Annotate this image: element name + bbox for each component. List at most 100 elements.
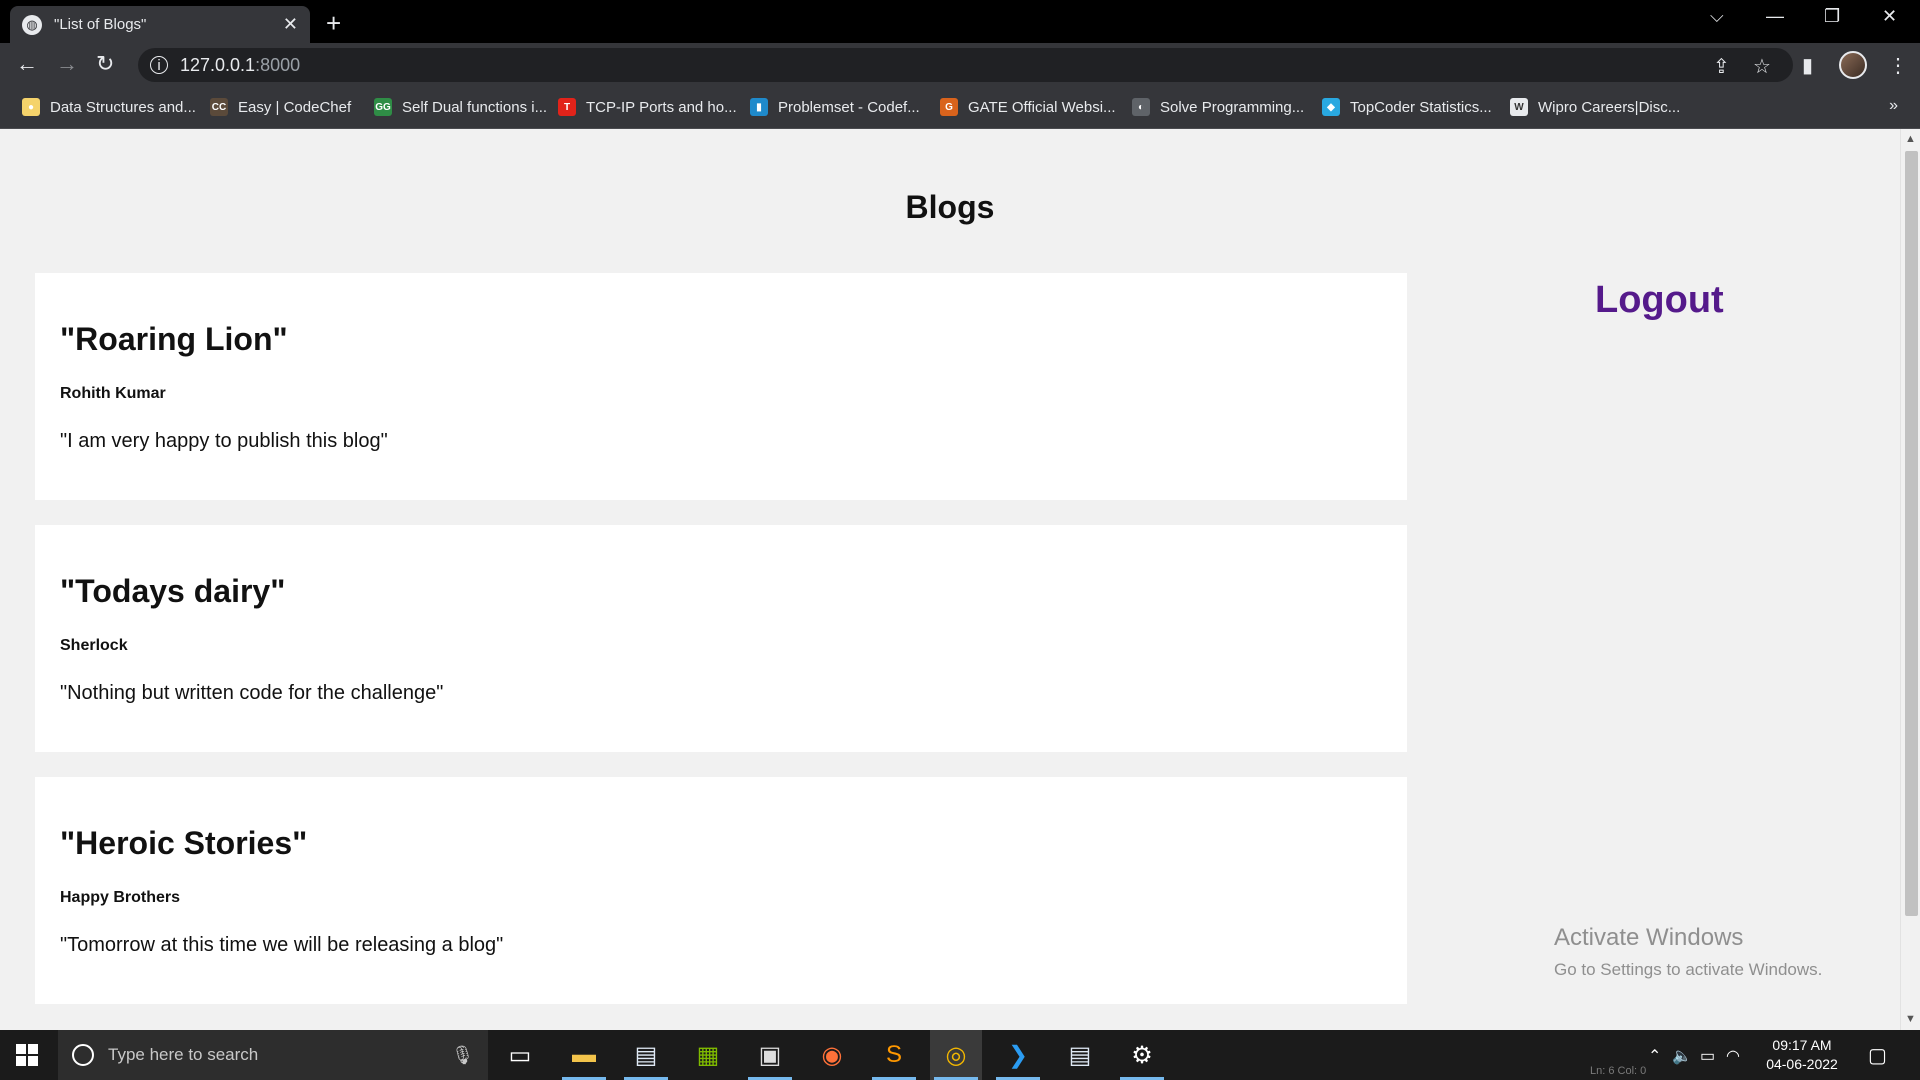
browser-tab-strip: ◍ "List of Blogs" ✕ + ⌵ — ❐ ✕ bbox=[0, 0, 1920, 43]
blog-author: Rohith Kumar bbox=[60, 385, 166, 402]
page-title: Blogs bbox=[905, 189, 995, 225]
bookmark-favicon-icon: CC bbox=[210, 98, 228, 116]
chrome-icon[interactable]: ◎ bbox=[930, 1030, 982, 1080]
bookmark-item[interactable]: W Wipro Careers|Disc... bbox=[1510, 98, 1680, 116]
blog-card: "Roaring Lion" Rohith Kumar "I am very h… bbox=[35, 273, 1407, 500]
volume-icon[interactable]: 🔈 bbox=[1672, 1046, 1692, 1066]
bookmark-label: Easy | CodeChef bbox=[238, 98, 352, 116]
taskbar-clock[interactable]: 09:17 AM 04-06-2022 bbox=[1752, 1036, 1852, 1074]
bookmark-label: Wipro Careers|Disc... bbox=[1538, 98, 1681, 116]
bookmark-favicon-icon: ◆ bbox=[1322, 98, 1340, 116]
logout-link[interactable]: Logout bbox=[1595, 279, 1724, 322]
tray-chevron-up-icon[interactable]: ⌃ bbox=[1648, 1046, 1661, 1066]
store-icon[interactable]: ▦ bbox=[682, 1030, 734, 1080]
bookmarks-overflow-icon[interactable]: » bbox=[1889, 97, 1898, 115]
minimize-icon[interactable]: — bbox=[1766, 6, 1784, 27]
close-tab-icon[interactable]: ✕ bbox=[283, 14, 298, 35]
blog-card: "Todays dairy" Sherlock "Nothing but wri… bbox=[35, 525, 1407, 752]
bookmark-item[interactable]: GG Self Dual functions i... bbox=[374, 98, 547, 116]
bookmark-label: TopCoder Statistics... bbox=[1350, 98, 1492, 116]
bookmark-favicon-icon: W bbox=[1510, 98, 1528, 116]
bookmark-item[interactable]: G GATE Official Websi... bbox=[940, 98, 1116, 116]
watermark-line-1: Activate Windows bbox=[1554, 924, 1744, 951]
profile-avatar[interactable] bbox=[1839, 51, 1867, 79]
bookmark-favicon-icon: ● bbox=[22, 98, 40, 116]
microphone-icon[interactable]: 🎙 bbox=[451, 1045, 474, 1066]
blog-title: "Roaring Lion" bbox=[60, 321, 288, 357]
bookmark-favicon-icon: T bbox=[558, 98, 576, 116]
new-tab-button[interactable]: + bbox=[326, 8, 341, 39]
cortana-icon bbox=[72, 1044, 94, 1066]
url-text: 127.0.0.1:8000 bbox=[180, 55, 300, 76]
notepad-plus-icon[interactable]: ▤ bbox=[1054, 1030, 1106, 1080]
task-view-icon[interactable]: ▭ bbox=[494, 1030, 546, 1080]
bookmark-label: Data Structures and... bbox=[50, 98, 196, 116]
firefox-icon[interactable]: ◉ bbox=[806, 1030, 858, 1080]
blog-body: "Tomorrow at this time we will be releas… bbox=[60, 934, 504, 956]
tab-search-icon[interactable]: ⌵ bbox=[1710, 6, 1724, 27]
reload-icon[interactable]: ↻ bbox=[96, 51, 114, 77]
globe-icon: ◍ bbox=[22, 14, 42, 35]
clock-date: 04-06-2022 bbox=[1766, 1056, 1838, 1072]
back-arrow-icon[interactable]: ← bbox=[16, 51, 38, 77]
url-port: :8000 bbox=[255, 54, 301, 75]
blog-author: Sherlock bbox=[60, 637, 128, 654]
notification-center-icon[interactable]: ▢ bbox=[1868, 1043, 1887, 1068]
side-panel-icon[interactable]: ▮ bbox=[1802, 53, 1813, 78]
terminal-icon[interactable]: ▣ bbox=[744, 1030, 796, 1080]
battery-icon[interactable]: ▭ bbox=[1700, 1046, 1715, 1066]
bookmarks-bar: ● Data Structures and... CC Easy | CodeChef… bbox=[0, 87, 1920, 129]
vscode-icon[interactable]: ❯ bbox=[992, 1030, 1044, 1080]
editor-status-text: Ln: 6 Col: 0 bbox=[1590, 1065, 1647, 1077]
search-placeholder: Type here to search bbox=[108, 1045, 259, 1064]
address-bar[interactable]: i 127.0.0.1:8000 ⇪ ☆ bbox=[138, 48, 1793, 82]
bookmark-favicon-icon: GG bbox=[374, 98, 392, 116]
scrollbar-thumb[interactable] bbox=[1905, 151, 1918, 916]
blog-author: Happy Brothers bbox=[60, 889, 181, 906]
bookmark-label: Problemset - Codef... bbox=[778, 98, 920, 116]
forward-arrow-icon[interactable]: → bbox=[56, 51, 78, 77]
watermark-line-2: Go to Settings to activate Windows. bbox=[1554, 960, 1823, 979]
activate-windows-watermark: Activate Windows Go to Settings to activ… bbox=[1554, 924, 1822, 980]
bookmark-favicon-icon: ▮ bbox=[750, 98, 768, 116]
bookmark-item[interactable]: ▮ Problemset - Codef... bbox=[750, 98, 920, 116]
menu-kebab-icon[interactable]: ⋮ bbox=[1888, 53, 1908, 78]
url-host: 127.0.0.1 bbox=[180, 54, 256, 75]
bookmark-item[interactable]: T TCP-IP Ports and ho... bbox=[558, 98, 737, 116]
file-explorer-icon[interactable]: ▬ bbox=[558, 1030, 610, 1080]
page-scrollbar[interactable]: ▲ ▼ bbox=[1900, 129, 1920, 1030]
tab-title: "List of Blogs" bbox=[54, 16, 147, 33]
browser-toolbar: ← → ↻ i 127.0.0.1:8000 ⇪ ☆ ▮ ⋮ bbox=[0, 43, 1920, 87]
bookmark-label: Self Dual functions i... bbox=[402, 98, 548, 116]
site-info-icon[interactable]: i bbox=[150, 56, 168, 74]
page-viewport: Blogs "Roaring Lion" Rohith Kumar "I am … bbox=[0, 129, 1900, 1030]
bookmark-item[interactable]: ● Data Structures and... bbox=[22, 98, 196, 116]
bookmark-item[interactable]: CC Easy | CodeChef bbox=[210, 98, 351, 116]
scroll-down-arrow-icon[interactable]: ▼ bbox=[1905, 1013, 1916, 1025]
bookmark-label: GATE Official Websi... bbox=[968, 98, 1116, 116]
settings-gear-icon[interactable]: ⚙ bbox=[1116, 1030, 1168, 1080]
bookmark-item[interactable]: ◆ TopCoder Statistics... bbox=[1322, 98, 1492, 116]
blog-title: "Heroic Stories" bbox=[60, 825, 308, 861]
bookmark-favicon-icon: G bbox=[940, 98, 958, 116]
bookmark-label: Solve Programming... bbox=[1160, 98, 1305, 116]
scroll-up-arrow-icon[interactable]: ▲ bbox=[1905, 133, 1916, 145]
bookmark-star-icon[interactable]: ☆ bbox=[1753, 54, 1771, 79]
restore-icon[interactable]: ❐ bbox=[1824, 6, 1840, 27]
close-window-icon[interactable]: ✕ bbox=[1882, 6, 1897, 27]
taskbar-search-box[interactable]: Type here to search 🎙 bbox=[58, 1030, 488, 1080]
share-icon[interactable]: ⇪ bbox=[1713, 54, 1730, 79]
windows-start-icon[interactable] bbox=[16, 1044, 38, 1066]
blog-title: "Todays dairy" bbox=[60, 573, 286, 609]
blog-body: "I am very happy to publish this blog" bbox=[60, 430, 388, 452]
windows-taskbar: Type here to search 🎙 ▭ ▬ ▤ ▦ ▣ ◉ S ◎ ❯ … bbox=[0, 1030, 1920, 1080]
clock-time: 09:17 AM bbox=[1772, 1037, 1832, 1053]
wifi-icon[interactable]: ◠ bbox=[1726, 1046, 1740, 1066]
bookmark-label: TCP-IP Ports and ho... bbox=[586, 98, 737, 116]
blog-card: "Heroic Stories" Happy Brothers "Tomorro… bbox=[35, 777, 1407, 1004]
bookmark-favicon-icon: ◐ bbox=[1132, 98, 1150, 116]
tab-list-of-blogs[interactable]: ◍ "List of Blogs" ✕ bbox=[10, 6, 310, 43]
bookmark-item[interactable]: ◐ Solve Programming... bbox=[1132, 98, 1304, 116]
notepad-app-icon[interactable]: ▤ bbox=[620, 1030, 672, 1080]
sublime-text-icon[interactable]: S bbox=[868, 1030, 920, 1080]
